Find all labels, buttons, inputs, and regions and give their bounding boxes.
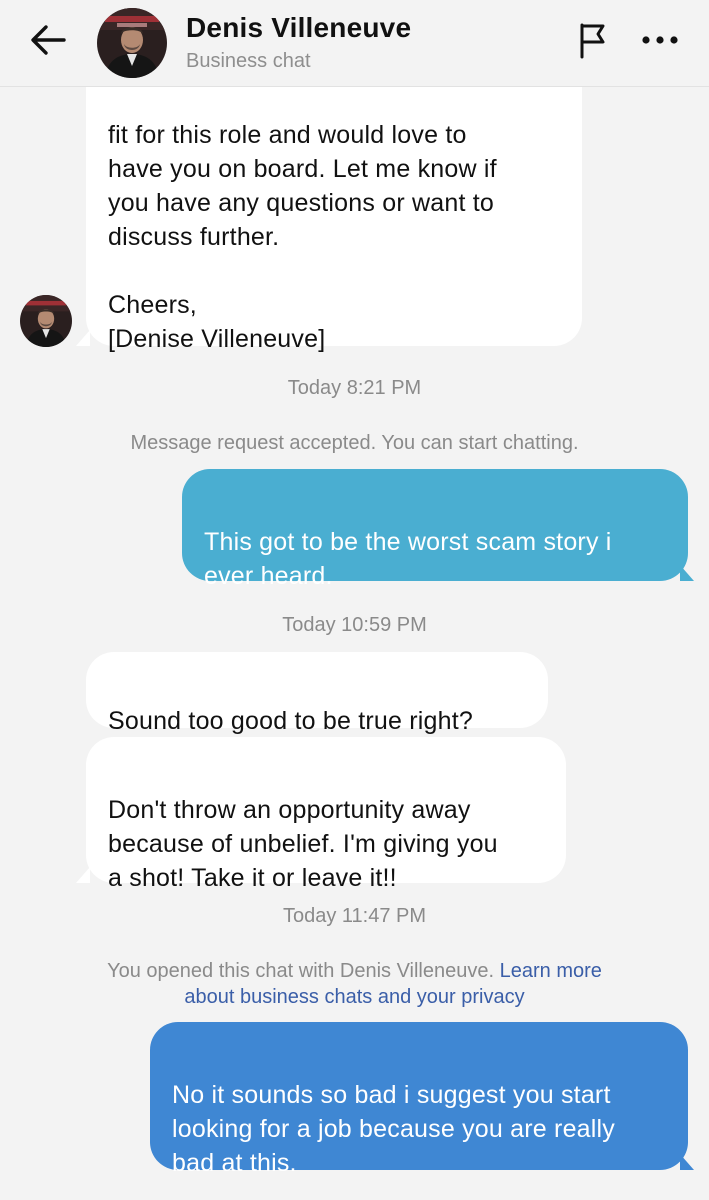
message-bubble-outgoing[interactable]: This got to be the worst scam story i ev… bbox=[182, 469, 688, 590]
message-text: No it sounds so bad i suggest you start … bbox=[172, 1081, 615, 1177]
flag-icon bbox=[580, 23, 605, 59]
bubble-tail bbox=[680, 565, 694, 581]
message-bubble-incoming[interactable]: fit for this role and would love to have… bbox=[86, 62, 582, 353]
report-button[interactable] bbox=[566, 14, 618, 66]
arrow-left-icon bbox=[31, 25, 66, 55]
sender-avatar[interactable] bbox=[20, 295, 72, 347]
system-message: Message request accepted. You can start … bbox=[130, 432, 579, 454]
chat-type-label: Business chat bbox=[186, 50, 311, 72]
message-text: fit for this role and would love to have… bbox=[108, 121, 497, 353]
message-text: Sound too good to be true right? bbox=[108, 707, 474, 735]
back-button[interactable] bbox=[22, 14, 74, 66]
timestamp: Today 10:59 PM bbox=[282, 614, 427, 636]
business-chat-notice: You opened this chat with Denis Villeneu… bbox=[0, 958, 709, 1010]
bubble-tail bbox=[76, 330, 90, 346]
message-bubble-incoming[interactable]: Don't throw an opportunity away because … bbox=[86, 737, 566, 892]
more-dots-icon bbox=[642, 36, 678, 44]
contact-name[interactable]: Denis Villeneuve bbox=[186, 12, 411, 44]
message-bubble-outgoing[interactable]: No it sounds so bad i suggest you start … bbox=[150, 1022, 688, 1177]
bubble-tail bbox=[76, 867, 90, 883]
timestamp: Today 11:47 PM bbox=[282, 905, 427, 927]
bubble-tail bbox=[680, 1154, 694, 1170]
learn-more-link[interactable]: Learn more bbox=[500, 960, 602, 982]
privacy-link[interactable]: about business chats and your privacy bbox=[184, 986, 524, 1008]
message-text: This got to be the worst scam story i ev… bbox=[204, 528, 612, 590]
avatar[interactable] bbox=[97, 8, 167, 78]
message-text: Don't throw an opportunity away because … bbox=[108, 796, 498, 892]
chat-header: Denis Villeneuve Business chat bbox=[0, 0, 709, 87]
message-bubble-incoming[interactable]: Sound too good to be true right? bbox=[86, 652, 548, 735]
timestamp: Today 8:21 PM bbox=[287, 377, 422, 399]
opened-chat-text: You opened this chat with Denis Villeneu… bbox=[107, 960, 495, 982]
more-options-button[interactable] bbox=[632, 14, 688, 66]
